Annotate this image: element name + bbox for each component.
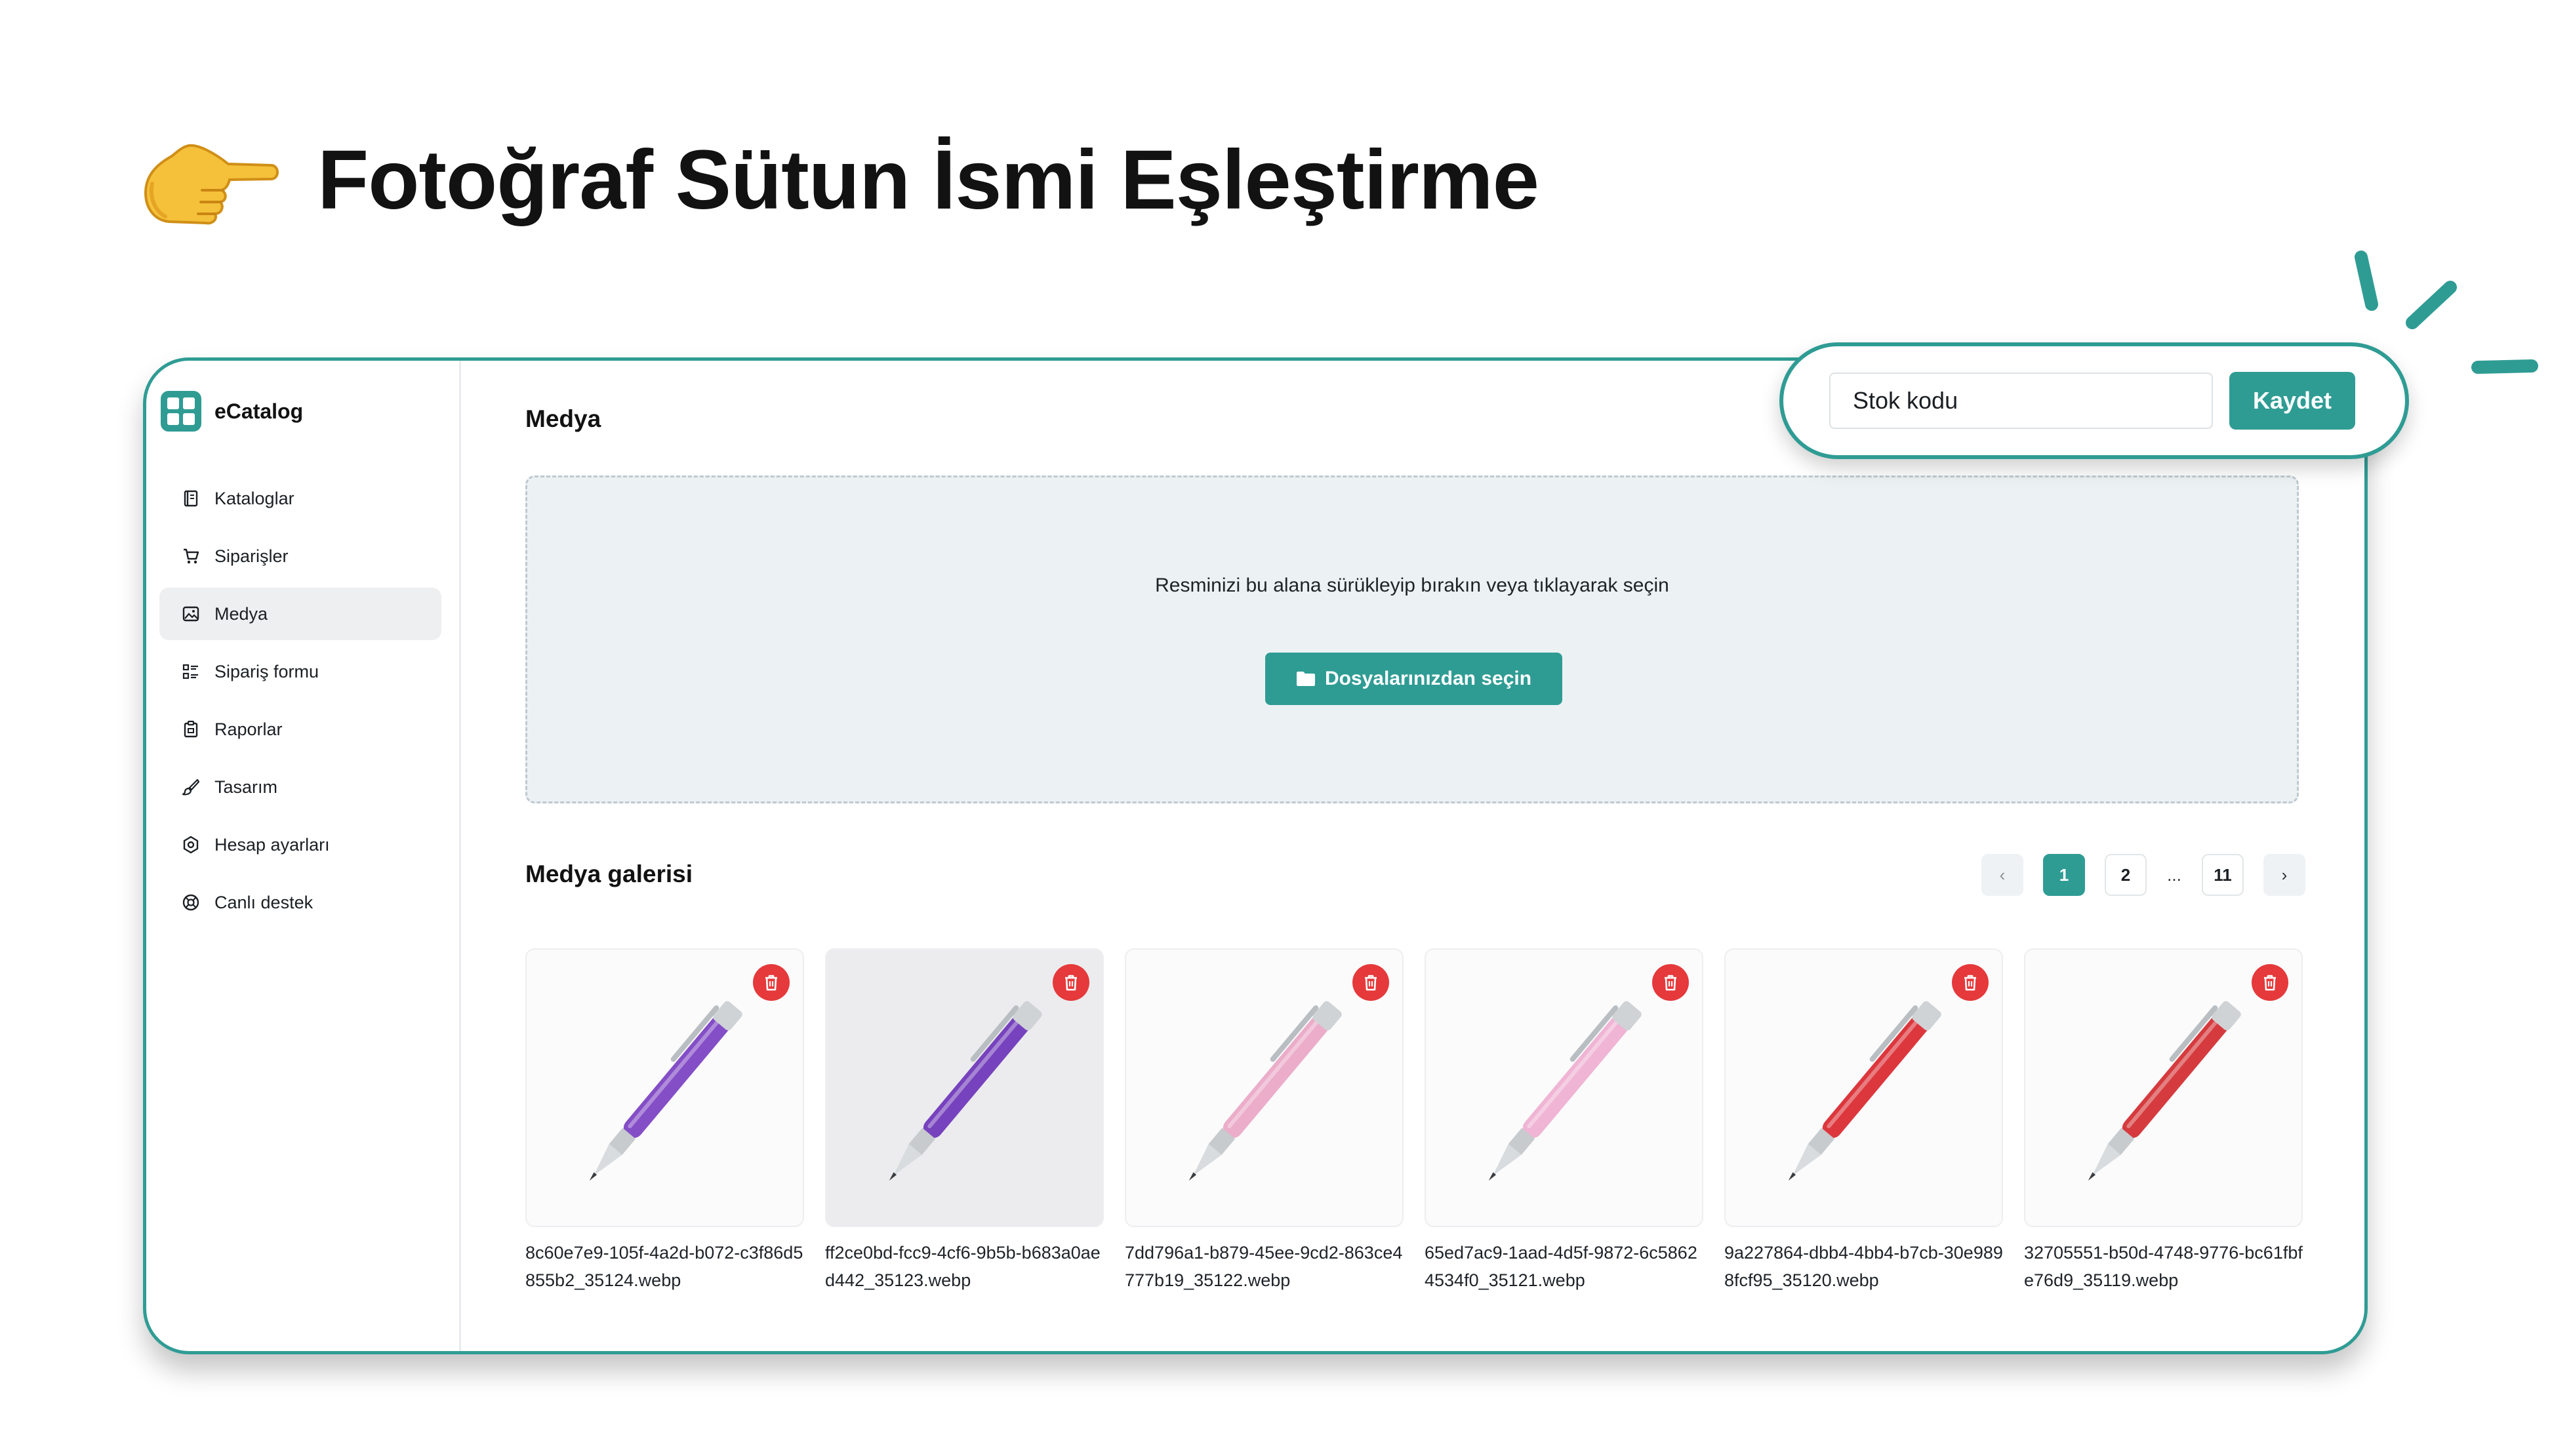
gallery-item[interactable]: 32705551-b50d-4748-9776-bc61fbfe76d9_351… — [2024, 948, 2303, 1294]
sidebar-nav: Kataloglar Siparişler Medya Sipariş form… — [146, 472, 459, 929]
pagination-page-1[interactable]: 1 — [2043, 854, 2085, 896]
trash-icon — [1665, 975, 1676, 991]
save-button[interactable]: Kaydet — [2229, 372, 2355, 430]
pointing-hand-icon — [144, 144, 279, 225]
brush-icon — [182, 779, 200, 796]
gallery-thumbnail[interactable] — [525, 948, 804, 1227]
gallery-filename: ff2ce0bd-fcc9-4cf6-9b5b-b683a0aed442_351… — [825, 1243, 1101, 1290]
main-content: Medya Resminizi bu alana sürükleyip bıra… — [461, 361, 2364, 1351]
sidebar-item-siparis-formu[interactable]: Sipariş formu — [159, 645, 441, 698]
gallery-item[interactable]: 9a227864-dbb4-4bb4-b7cb-30e9898fcf95_351… — [1724, 948, 2003, 1294]
sidebar-item-label: Sipariş formu — [214, 661, 319, 681]
pagination-page-11[interactable]: 11 — [2202, 854, 2244, 896]
cart-icon — [184, 548, 199, 564]
delete-button[interactable] — [753, 964, 790, 1001]
sidebar-item-tasarim[interactable]: Tasarım — [159, 761, 441, 813]
gallery-item[interactable]: 7dd796a1-b879-45ee-9cd2-863ce4777b19_351… — [1125, 948, 1404, 1294]
sidebar-item-label: Siparişler — [214, 546, 289, 566]
sidebar-item-label: Medya — [214, 603, 268, 624]
sidebar-item-label: Hesap ayarları — [214, 834, 330, 855]
sidebar-item-hesap-ayarlari[interactable]: Hesap ayarları — [159, 819, 441, 871]
trash-icon — [2264, 975, 2276, 991]
pagination-page-2[interactable]: 2 — [2105, 854, 2147, 896]
sidebar-item-canli-destek[interactable]: Canlı destek — [159, 876, 441, 929]
gallery-thumbnail[interactable] — [1125, 948, 1404, 1227]
gallery-filename: 7dd796a1-b879-45ee-9cd2-863ce4777b19_351… — [1125, 1243, 1403, 1290]
support-icon — [182, 894, 199, 911]
pagination-ellipsis: ... — [2167, 864, 2181, 885]
gallery-filename: 65ed7ac9-1aad-4d5f-9872-6c58624534f0_351… — [1425, 1243, 1697, 1290]
gallery-filename: 9a227864-dbb4-4bb4-b7cb-30e9898fcf95_351… — [1724, 1243, 2003, 1290]
brand[interactable]: eCatalog — [161, 388, 459, 434]
pagination: ‹ 1 2 ... 11 › — [1981, 854, 2305, 896]
brand-logo-icon — [161, 391, 201, 432]
form-icon — [182, 664, 198, 679]
trash-icon — [1365, 975, 1377, 991]
gallery-grid: 8c60e7e9-105f-4a2d-b072-c3f86d5855b2_351… — [525, 948, 2303, 1294]
sidebar-item-medya[interactable]: Medya — [159, 588, 441, 640]
column-mapping-callout: Kaydet — [1779, 342, 2409, 459]
trash-icon — [1065, 975, 1077, 991]
delete-button[interactable] — [1652, 964, 1689, 1001]
column-name-input[interactable] — [1829, 373, 2213, 429]
brand-name: eCatalog — [214, 399, 304, 423]
sidebar-item-kataloglar[interactable]: Kataloglar — [159, 472, 441, 525]
sidebar-item-siparisler[interactable]: Siparişler — [159, 530, 441, 582]
image-icon — [182, 606, 199, 622]
settings-icon — [183, 836, 199, 854]
gallery-thumbnail[interactable] — [1724, 948, 2003, 1227]
select-files-label: Dosyalarınızdan seçin — [1324, 668, 1532, 689]
catalog-icon — [184, 490, 198, 507]
gallery-filename: 8c60e7e9-105f-4a2d-b072-c3f86d5855b2_351… — [525, 1243, 803, 1290]
page-title: Fotoğraf Sütun İsmi Eşleştirme — [317, 133, 1539, 227]
delete-button[interactable] — [2252, 964, 2288, 1001]
pagination-next-button[interactable]: › — [2263, 854, 2305, 896]
folder-icon — [1296, 672, 1315, 686]
gallery-item[interactable]: 65ed7ac9-1aad-4d5f-9872-6c58624534f0_351… — [1425, 948, 1703, 1294]
app-window: eCatalog Kataloglar Siparişler Medya Sip… — [143, 357, 2368, 1354]
pagination-prev-button[interactable]: ‹ — [1981, 854, 2023, 896]
clipboard-icon — [184, 720, 198, 738]
select-files-button[interactable]: Dosyalarınızdan seçin — [1265, 653, 1562, 705]
delete-button[interactable] — [1952, 964, 1989, 1001]
media-section-title: Medya — [525, 405, 601, 432]
gallery-thumbnail[interactable] — [2024, 948, 2303, 1227]
gallery-thumbnail[interactable] — [825, 948, 1104, 1227]
gallery-item[interactable]: 8c60e7e9-105f-4a2d-b072-c3f86d5855b2_351… — [525, 948, 804, 1294]
sidebar: eCatalog Kataloglar Siparişler Medya Sip… — [146, 361, 461, 1351]
dropzone-text: Resminizi bu alana sürükleyip bırakın ve… — [1155, 575, 1669, 596]
sidebar-item-label: Canlı destek — [214, 892, 314, 912]
delete-button[interactable] — [1053, 964, 1089, 1001]
gallery-filename: 32705551-b50d-4748-9776-bc61fbfe76d9_351… — [2024, 1243, 2303, 1290]
delete-button[interactable] — [1352, 964, 1389, 1001]
sidebar-item-label: Raporlar — [214, 719, 283, 739]
gallery-thumbnail[interactable] — [1425, 948, 1703, 1227]
gallery-item[interactable]: ff2ce0bd-fcc9-4cf6-9b5b-b683a0aed442_351… — [825, 948, 1104, 1294]
sidebar-item-label: Kataloglar — [214, 488, 294, 508]
sidebar-item-raporlar[interactable]: Raporlar — [159, 703, 441, 756]
gallery-section-title: Medya galerisi — [525, 860, 693, 887]
sidebar-item-label: Tasarım — [214, 777, 278, 797]
upload-dropzone[interactable]: Resminizi bu alana sürükleyip bırakın ve… — [525, 475, 2299, 803]
trash-icon — [765, 975, 777, 991]
trash-icon — [1964, 975, 1976, 991]
